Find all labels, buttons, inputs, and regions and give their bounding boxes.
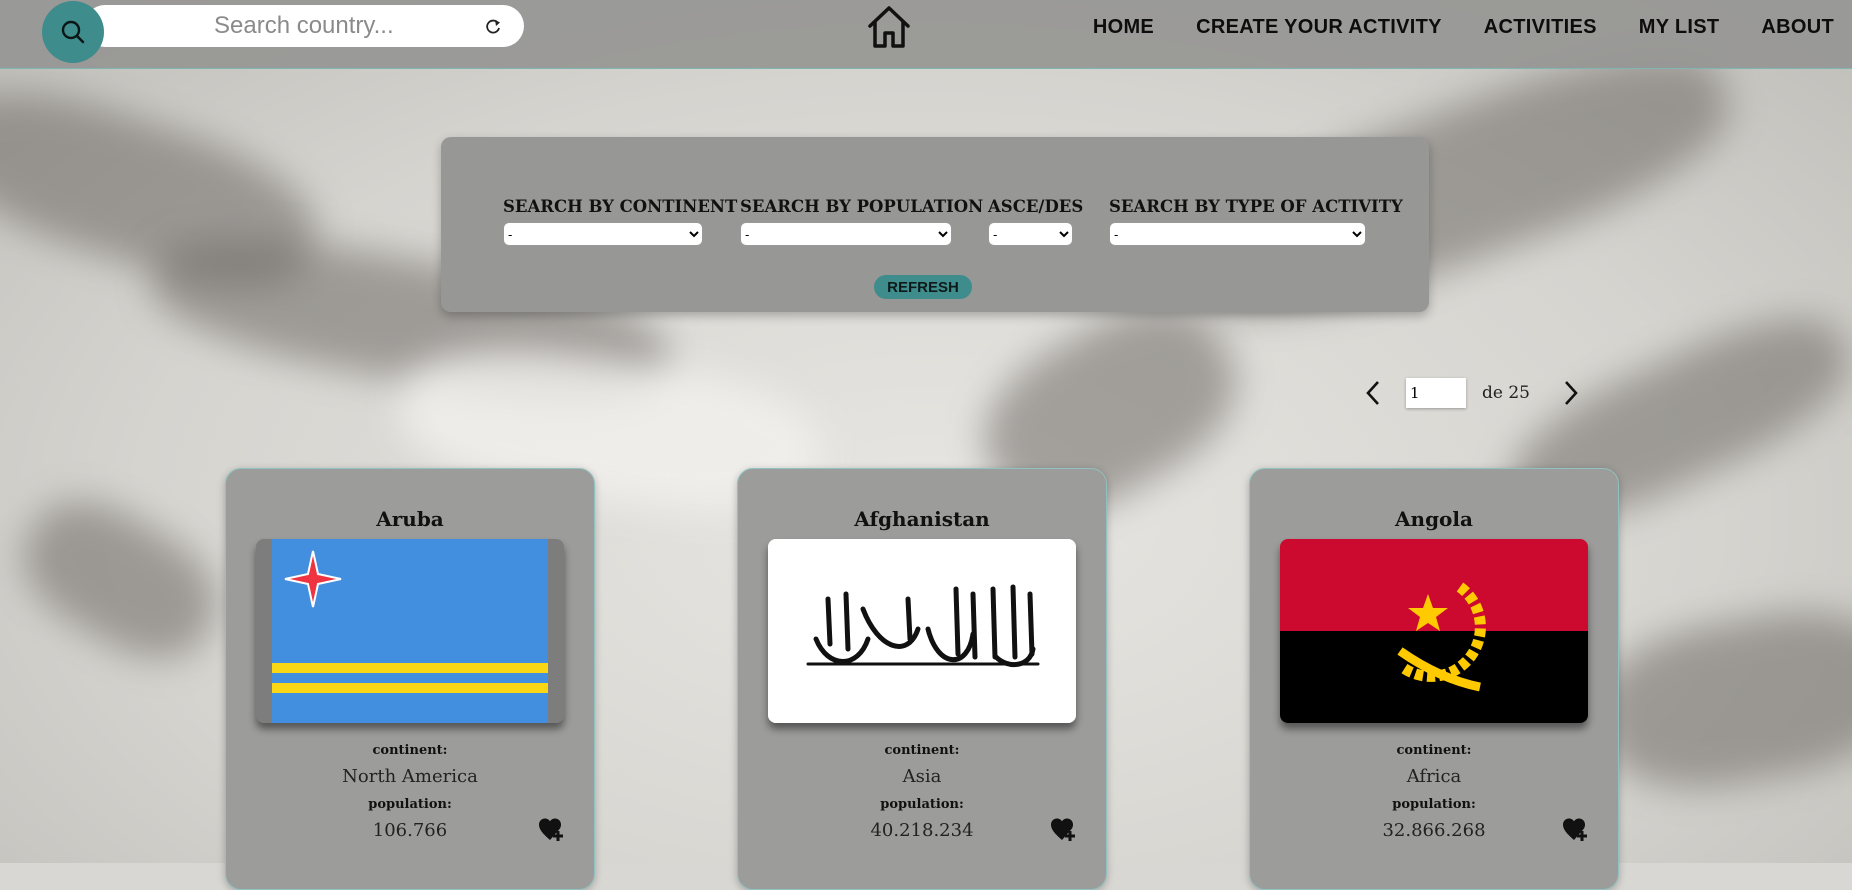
next-page-button[interactable] — [1560, 378, 1582, 408]
order-filter: ASCE/DES - — [988, 197, 1083, 246]
continent-filter: SEARCH BY CONTINENT - — [503, 197, 737, 246]
nav-home[interactable]: HOME — [1093, 16, 1154, 39]
page-total: de 25 — [1482, 383, 1530, 403]
country-name: Aruba — [376, 507, 444, 531]
continent-value: Asia — [902, 766, 942, 787]
main-menu: HOME CREATE YOUR ACTIVITY ACTIVITIES MY … — [1093, 16, 1834, 39]
continent-filter-label: SEARCH BY CONTINENT — [503, 197, 738, 216]
heart-plus-icon[interactable] — [538, 817, 566, 843]
flag-image-afghanistan — [768, 539, 1076, 723]
search-input[interactable] — [84, 5, 524, 47]
continent-label: continent: — [372, 743, 448, 758]
population-filter-label: SEARCH BY POPULATION — [740, 197, 984, 216]
prev-page-button[interactable] — [1362, 378, 1384, 408]
population-label: population: — [1392, 797, 1476, 812]
continent-select[interactable]: - — [503, 222, 703, 246]
activity-select[interactable]: - — [1109, 222, 1366, 246]
search-bar — [42, 1, 524, 63]
continent-label: continent: — [1396, 743, 1472, 758]
heart-plus-icon[interactable] — [1050, 817, 1078, 843]
country-name: Angola — [1395, 507, 1473, 531]
continent-value: Africa — [1406, 766, 1462, 787]
flag-image-aruba — [256, 539, 564, 723]
nav-create-activity[interactable]: CREATE YOUR ACTIVITY — [1196, 16, 1442, 39]
search-button[interactable] — [42, 1, 104, 63]
population-select[interactable]: - — [740, 222, 952, 246]
order-select[interactable]: - — [988, 222, 1073, 246]
chevron-right-icon — [1565, 381, 1578, 405]
nav-my-list[interactable]: MY LIST — [1639, 16, 1720, 39]
population-filter: SEARCH BY POPULATION - — [740, 197, 983, 246]
page-number-input[interactable] — [1406, 378, 1466, 408]
continent-label: continent: — [884, 743, 960, 758]
nav-activities[interactable]: ACTIVITIES — [1484, 16, 1597, 39]
home-icon[interactable] — [866, 4, 912, 50]
chevron-left-icon — [1366, 381, 1379, 405]
activity-filter: SEARCH BY TYPE OF ACTIVITY - — [1109, 197, 1403, 246]
country-name: Afghanistan — [854, 507, 990, 531]
pagination: de 25 — [1362, 375, 1582, 411]
country-card[interactable]: Angola continent: Africa population: 32.… — [1249, 468, 1619, 890]
refresh-icon[interactable] — [484, 18, 502, 36]
filter-panel: SEARCH BY CONTINENT - SEARCH BY POPULATI… — [441, 137, 1429, 312]
top-navbar: HOME CREATE YOUR ACTIVITY ACTIVITIES MY … — [0, 0, 1852, 69]
order-filter-label: ASCE/DES — [988, 197, 1084, 216]
population-label: population: — [368, 797, 452, 812]
activity-filter-label: SEARCH BY TYPE OF ACTIVITY — [1109, 197, 1403, 216]
country-card[interactable]: Afghanistan continent: Asia population: — [737, 468, 1107, 890]
nav-about[interactable]: ABOUT — [1761, 16, 1834, 39]
flag-image-angola — [1280, 539, 1588, 723]
search-icon — [61, 20, 85, 44]
population-label: population: — [880, 797, 964, 812]
continent-value: North America — [342, 766, 478, 787]
refresh-button[interactable]: REFRESH — [874, 275, 972, 299]
heart-plus-icon[interactable] — [1562, 817, 1590, 843]
country-card[interactable]: Aruba continent: North America populatio… — [225, 468, 595, 890]
